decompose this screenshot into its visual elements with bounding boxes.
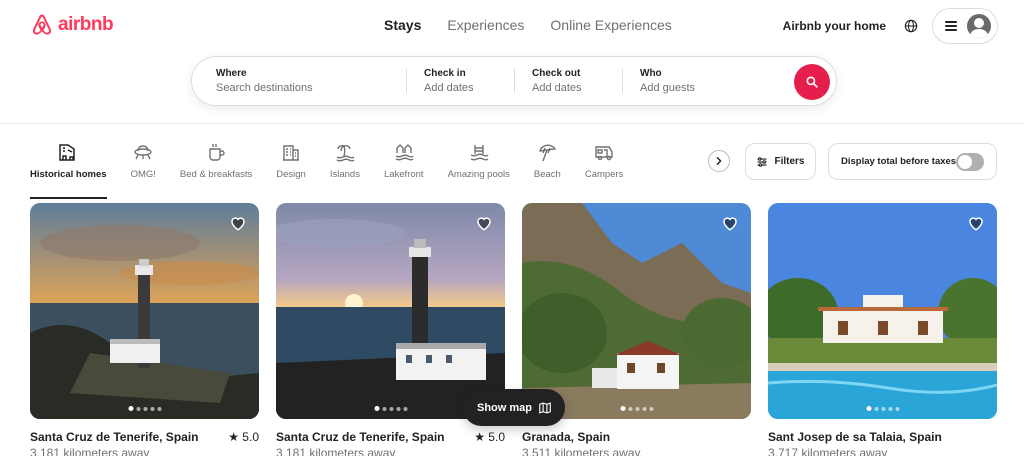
where-field[interactable]: Where Search destinations: [192, 57, 406, 105]
listing-distance: 3,717 kilometers away: [768, 446, 888, 456]
check-out-placeholder: Add dates: [532, 82, 582, 94]
heart-icon[interactable]: [967, 214, 985, 232]
show-map-button[interactable]: Show map: [463, 389, 565, 426]
photo-pagination-dots: [620, 406, 653, 411]
listing-distance: 3,511 kilometers away: [522, 446, 641, 456]
airbnb-your-home-link[interactable]: Airbnb your home: [783, 19, 886, 33]
avatar: [967, 14, 991, 38]
check-out-field[interactable]: Check out Add dates: [514, 57, 622, 105]
ufo-icon: [134, 145, 152, 160]
where-placeholder: Search destinations: [216, 82, 313, 94]
user-menu-button[interactable]: [932, 8, 998, 44]
listing-rating: ★ 5.0: [474, 430, 505, 444]
pool-icon: [470, 145, 489, 161]
toggle-switch[interactable]: [956, 153, 984, 171]
category-label: Lakefront: [383, 169, 424, 180]
listing-title: Granada, Spain: [522, 430, 611, 444]
category-label: Amazing pools: [447, 169, 510, 180]
category-amazing-pools[interactable]: Amazing pools: [448, 142, 510, 192]
listing-photo[interactable]: [768, 203, 997, 419]
tab-stays[interactable]: Stays: [384, 17, 421, 33]
map-icon: [539, 401, 551, 414]
hamburger-icon: [945, 21, 957, 31]
category-label: OMG!: [130, 169, 156, 180]
lighthouse-photo: [30, 203, 259, 419]
airbnb-logo-icon: [32, 14, 52, 35]
heart-icon[interactable]: [721, 214, 739, 232]
listing-card[interactable]: Sant Josep de sa Talaia, Spain 3,717 kil…: [768, 203, 997, 456]
villa-pool-photo: [768, 203, 997, 419]
lighthouse-photo: [276, 203, 505, 419]
coffee-icon: [209, 144, 225, 161]
listing-title: Santa Cruz de Tenerife, Spain: [30, 430, 199, 444]
category-bar: Historical homes OMG! Bed & breakfasts D…: [30, 142, 647, 199]
listing-title: Sant Josep de sa Talaia, Spain: [768, 430, 942, 444]
listing-title: Santa Cruz de Tenerife, Spain: [276, 430, 445, 444]
search-button[interactable]: [794, 64, 830, 100]
airbnb-logo[interactable]: airbnb: [30, 12, 114, 38]
photo-pagination-dots: [374, 406, 407, 411]
historical-homes-icon: [59, 144, 76, 161]
island-icon: [336, 145, 355, 162]
building-icon: [283, 145, 300, 161]
lakefront-icon: [395, 144, 414, 161]
tab-online-experiences[interactable]: Online Experiences: [550, 17, 671, 33]
heart-icon[interactable]: [475, 214, 493, 232]
where-label: Where: [216, 68, 247, 79]
filters-label: Filters: [774, 156, 805, 167]
listing-photo[interactable]: [276, 203, 505, 419]
tab-experiences[interactable]: Experiences: [447, 17, 524, 33]
category-campers[interactable]: Campers: [584, 142, 624, 192]
category-lakefront[interactable]: Lakefront: [384, 142, 424, 192]
camper-icon: [595, 146, 613, 161]
listing-card[interactable]: Santa Cruz de Tenerife, Spain ★ 5.0 3,18…: [30, 203, 259, 456]
category-bed-breakfasts[interactable]: Bed & breakfasts: [180, 142, 252, 192]
category-historical-homes[interactable]: Historical homes: [30, 142, 107, 199]
category-islands[interactable]: Islands: [330, 142, 360, 192]
display-total-toggle[interactable]: Display total before taxes: [828, 143, 997, 180]
category-label: Design: [276, 169, 306, 180]
category-label: Beach: [533, 169, 561, 180]
header-right: Airbnb your home: [783, 8, 998, 44]
listing-distance: 3,181 kilometers away: [276, 446, 396, 456]
listing-rating: ★ 5.0: [228, 430, 259, 444]
category-next-button[interactable]: [708, 150, 730, 172]
who-placeholder: Add guests: [640, 82, 696, 94]
search-bar: Where Search destinations Check in Add d…: [191, 56, 837, 106]
check-out-label: Check out: [532, 68, 581, 79]
category-label: Campers: [584, 169, 624, 180]
check-in-label: Check in: [424, 68, 466, 79]
category-label: Historical homes: [30, 169, 107, 180]
filters-button[interactable]: Filters: [745, 143, 816, 180]
check-in-field[interactable]: Check in Add dates: [406, 57, 514, 105]
display-total-label: Display total before taxes: [841, 156, 957, 167]
filters-icon: [757, 156, 767, 167]
listing-photo[interactable]: [30, 203, 259, 419]
category-label: Islands: [329, 169, 360, 180]
show-map-label: Show map: [476, 401, 532, 414]
top-tabs: Stays Experiences Online Experiences: [384, 17, 698, 33]
heart-icon[interactable]: [229, 214, 247, 232]
category-label: Bed & breakfasts: [179, 169, 253, 180]
check-in-placeholder: Add dates: [424, 82, 474, 94]
mountain-house-photo: [522, 203, 751, 419]
who-label: Who: [640, 68, 662, 79]
category-design[interactable]: Design: [276, 142, 306, 192]
globe-icon[interactable]: [904, 19, 918, 33]
category-omg[interactable]: OMG!: [131, 142, 156, 192]
search-icon: [806, 76, 818, 88]
photo-pagination-dots: [866, 406, 899, 411]
category-beach[interactable]: Beach: [534, 142, 561, 192]
brand-name: airbnb: [58, 14, 114, 35]
photo-pagination-dots: [128, 406, 161, 411]
header: airbnb Stays Experiences Online Experien…: [0, 0, 1024, 124]
who-field[interactable]: Who Add guests: [622, 57, 790, 105]
listing-photo[interactable]: [522, 203, 751, 419]
umbrella-icon: [539, 144, 557, 162]
chevron-right-icon: [716, 157, 722, 165]
listing-distance: 3,181 kilometers away: [30, 446, 150, 456]
